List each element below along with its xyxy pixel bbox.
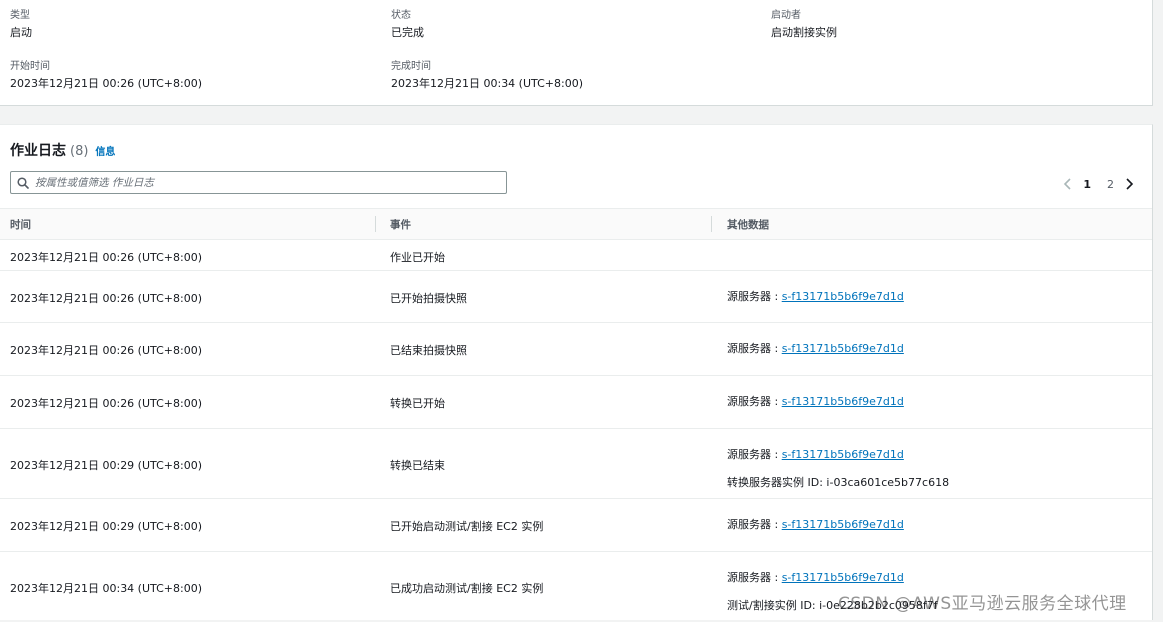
type-value: 启动 [10, 26, 32, 39]
chevron-right-icon[interactable] [1122, 177, 1136, 191]
row-time: 2023年12月21日 00:26 (UTC+8:00) [10, 251, 202, 264]
end-time-value: 2023年12月21日 00:34 (UTC+8:00) [391, 77, 583, 90]
source-server-label: 源服务器 : [727, 290, 782, 303]
source-server-line: 源服务器 : s-f13171b5b6f9e7d1d [727, 448, 949, 462]
source-server-label: 源服务器 : [727, 518, 782, 531]
column-divider [375, 216, 376, 232]
search-icon [17, 177, 29, 189]
row-event: 已开始启动测试/割接 EC2 实例 [390, 520, 544, 533]
source-server-label: 源服务器 : [727, 395, 782, 408]
table-row: 2023年12月21日 00:29 (UTC+8:00) 转换已结束 源服务器 … [0, 429, 1152, 499]
source-server-link[interactable]: s-f13171b5b6f9e7d1d [782, 571, 904, 584]
row-event: 已开始拍摄快照 [390, 292, 467, 305]
row-event: 转换已开始 [390, 397, 445, 410]
row-time: 2023年12月21日 00:34 (UTC+8:00) [10, 582, 202, 595]
table-row: 2023年12月21日 00:26 (UTC+8:00) 转换已开始 源服务器 … [0, 376, 1152, 429]
source-server-link[interactable]: s-f13171b5b6f9e7d1d [782, 518, 904, 531]
conversion-instance-id: i-03ca601ce5b77c618 [826, 476, 950, 489]
column-header-data[interactable]: 其他数据 [727, 217, 769, 232]
job-log-panel: 作业日志 (8) 信息 1 2 时间 事件 其他数据 2023年12月21日 0… [0, 124, 1153, 620]
source-server-line: 源服务器 : s-f13171b5b6f9e7d1d [727, 395, 904, 409]
source-server-line: 源服务器 : s-f13171b5b6f9e7d1d [727, 518, 904, 532]
source-server-line: 源服务器 : s-f13171b5b6f9e7d1d [727, 290, 904, 304]
source-server-link[interactable]: s-f13171b5b6f9e7d1d [782, 395, 904, 408]
conversion-instance-line: 转换服务器实例 ID: i-03ca601ce5b77c618 [727, 476, 949, 490]
start-time-value: 2023年12月21日 00:26 (UTC+8:00) [10, 77, 202, 90]
job-summary-panel: 类型 启动 状态 已完成 启动者 启动割接实例 开始时间 2023年12月21日… [0, 0, 1153, 106]
status-value: 已完成 [391, 26, 424, 39]
chevron-left-icon[interactable] [1061, 177, 1075, 191]
job-log-count: (8) [70, 144, 89, 159]
pagination: 1 2 [1061, 175, 1136, 193]
column-divider [711, 216, 712, 232]
row-data: 源服务器 : s-f13171b5b6f9e7d1d [727, 290, 904, 304]
row-time: 2023年12月21日 00:29 (UTC+8:00) [10, 520, 202, 533]
row-time: 2023年12月21日 00:26 (UTC+8:00) [10, 292, 202, 305]
table-row: 2023年12月21日 00:29 (UTC+8:00) 已开始启动测试/割接 … [0, 499, 1152, 552]
job-log-header: 作业日志 (8) 信息 [10, 140, 115, 159]
page-1-button[interactable]: 1 [1083, 178, 1091, 191]
page-2-button[interactable]: 2 [1107, 178, 1114, 191]
source-server-line: 源服务器 : s-f13171b5b6f9e7d1d [727, 571, 938, 585]
table-row: 2023年12月21日 00:26 (UTC+8:00) 已结束拍摄快照 源服务… [0, 323, 1152, 376]
type-label: 类型 [10, 10, 30, 21]
table-row: 2023年12月21日 00:26 (UTC+8:00) 作业已开始 [0, 240, 1152, 271]
watermark: CSDN @AWS亚马逊云服务全球代理 [838, 594, 1127, 614]
source-server-link[interactable]: s-f13171b5b6f9e7d1d [782, 290, 904, 303]
search-input[interactable] [35, 174, 495, 191]
column-header-event[interactable]: 事件 [390, 217, 411, 232]
end-time-label: 完成时间 [391, 61, 431, 72]
info-link[interactable]: 信息 [95, 143, 115, 158]
start-time-label: 开始时间 [10, 61, 50, 72]
initiator-value: 启动割接实例 [771, 26, 837, 39]
row-data: 源服务器 : s-f13171b5b6f9e7d1d [727, 342, 904, 356]
row-data: 源服务器 : s-f13171b5b6f9e7d1d [727, 518, 904, 532]
row-data: 源服务器 : s-f13171b5b6f9e7d1d [727, 395, 904, 409]
row-data: 源服务器 : s-f13171b5b6f9e7d1d 转换服务器实例 ID: i… [727, 448, 949, 490]
status-label: 状态 [391, 10, 411, 21]
search-box[interactable] [10, 171, 507, 194]
table-row: 2023年12月21日 00:26 (UTC+8:00) 已开始拍摄快照 源服务… [0, 271, 1152, 323]
row-time: 2023年12月21日 00:26 (UTC+8:00) [10, 344, 202, 357]
table-header: 时间 事件 其他数据 [0, 208, 1152, 240]
column-header-time[interactable]: 时间 [10, 217, 31, 232]
source-server-label: 源服务器 : [727, 448, 782, 461]
source-server-link[interactable]: s-f13171b5b6f9e7d1d [782, 448, 904, 461]
source-server-label: 源服务器 : [727, 571, 782, 584]
source-server-link[interactable]: s-f13171b5b6f9e7d1d [782, 342, 904, 355]
cutover-instance-label: 测试/割接实例 ID: [727, 599, 820, 612]
row-event: 已成功启动测试/割接 EC2 实例 [390, 582, 544, 595]
row-time: 2023年12月21日 00:29 (UTC+8:00) [10, 459, 202, 472]
job-log-title: 作业日志 [10, 143, 66, 159]
row-event: 转换已结束 [390, 459, 445, 472]
conversion-instance-label: 转换服务器实例 ID: [727, 476, 827, 489]
source-server-label: 源服务器 : [727, 342, 782, 355]
source-server-line: 源服务器 : s-f13171b5b6f9e7d1d [727, 342, 904, 356]
row-time: 2023年12月21日 00:26 (UTC+8:00) [10, 397, 202, 410]
job-log-table: 时间 事件 其他数据 2023年12月21日 00:26 (UTC+8:00) … [0, 208, 1152, 622]
row-event: 已结束拍摄快照 [390, 344, 467, 357]
row-event: 作业已开始 [390, 251, 445, 264]
initiator-label: 启动者 [771, 10, 801, 21]
